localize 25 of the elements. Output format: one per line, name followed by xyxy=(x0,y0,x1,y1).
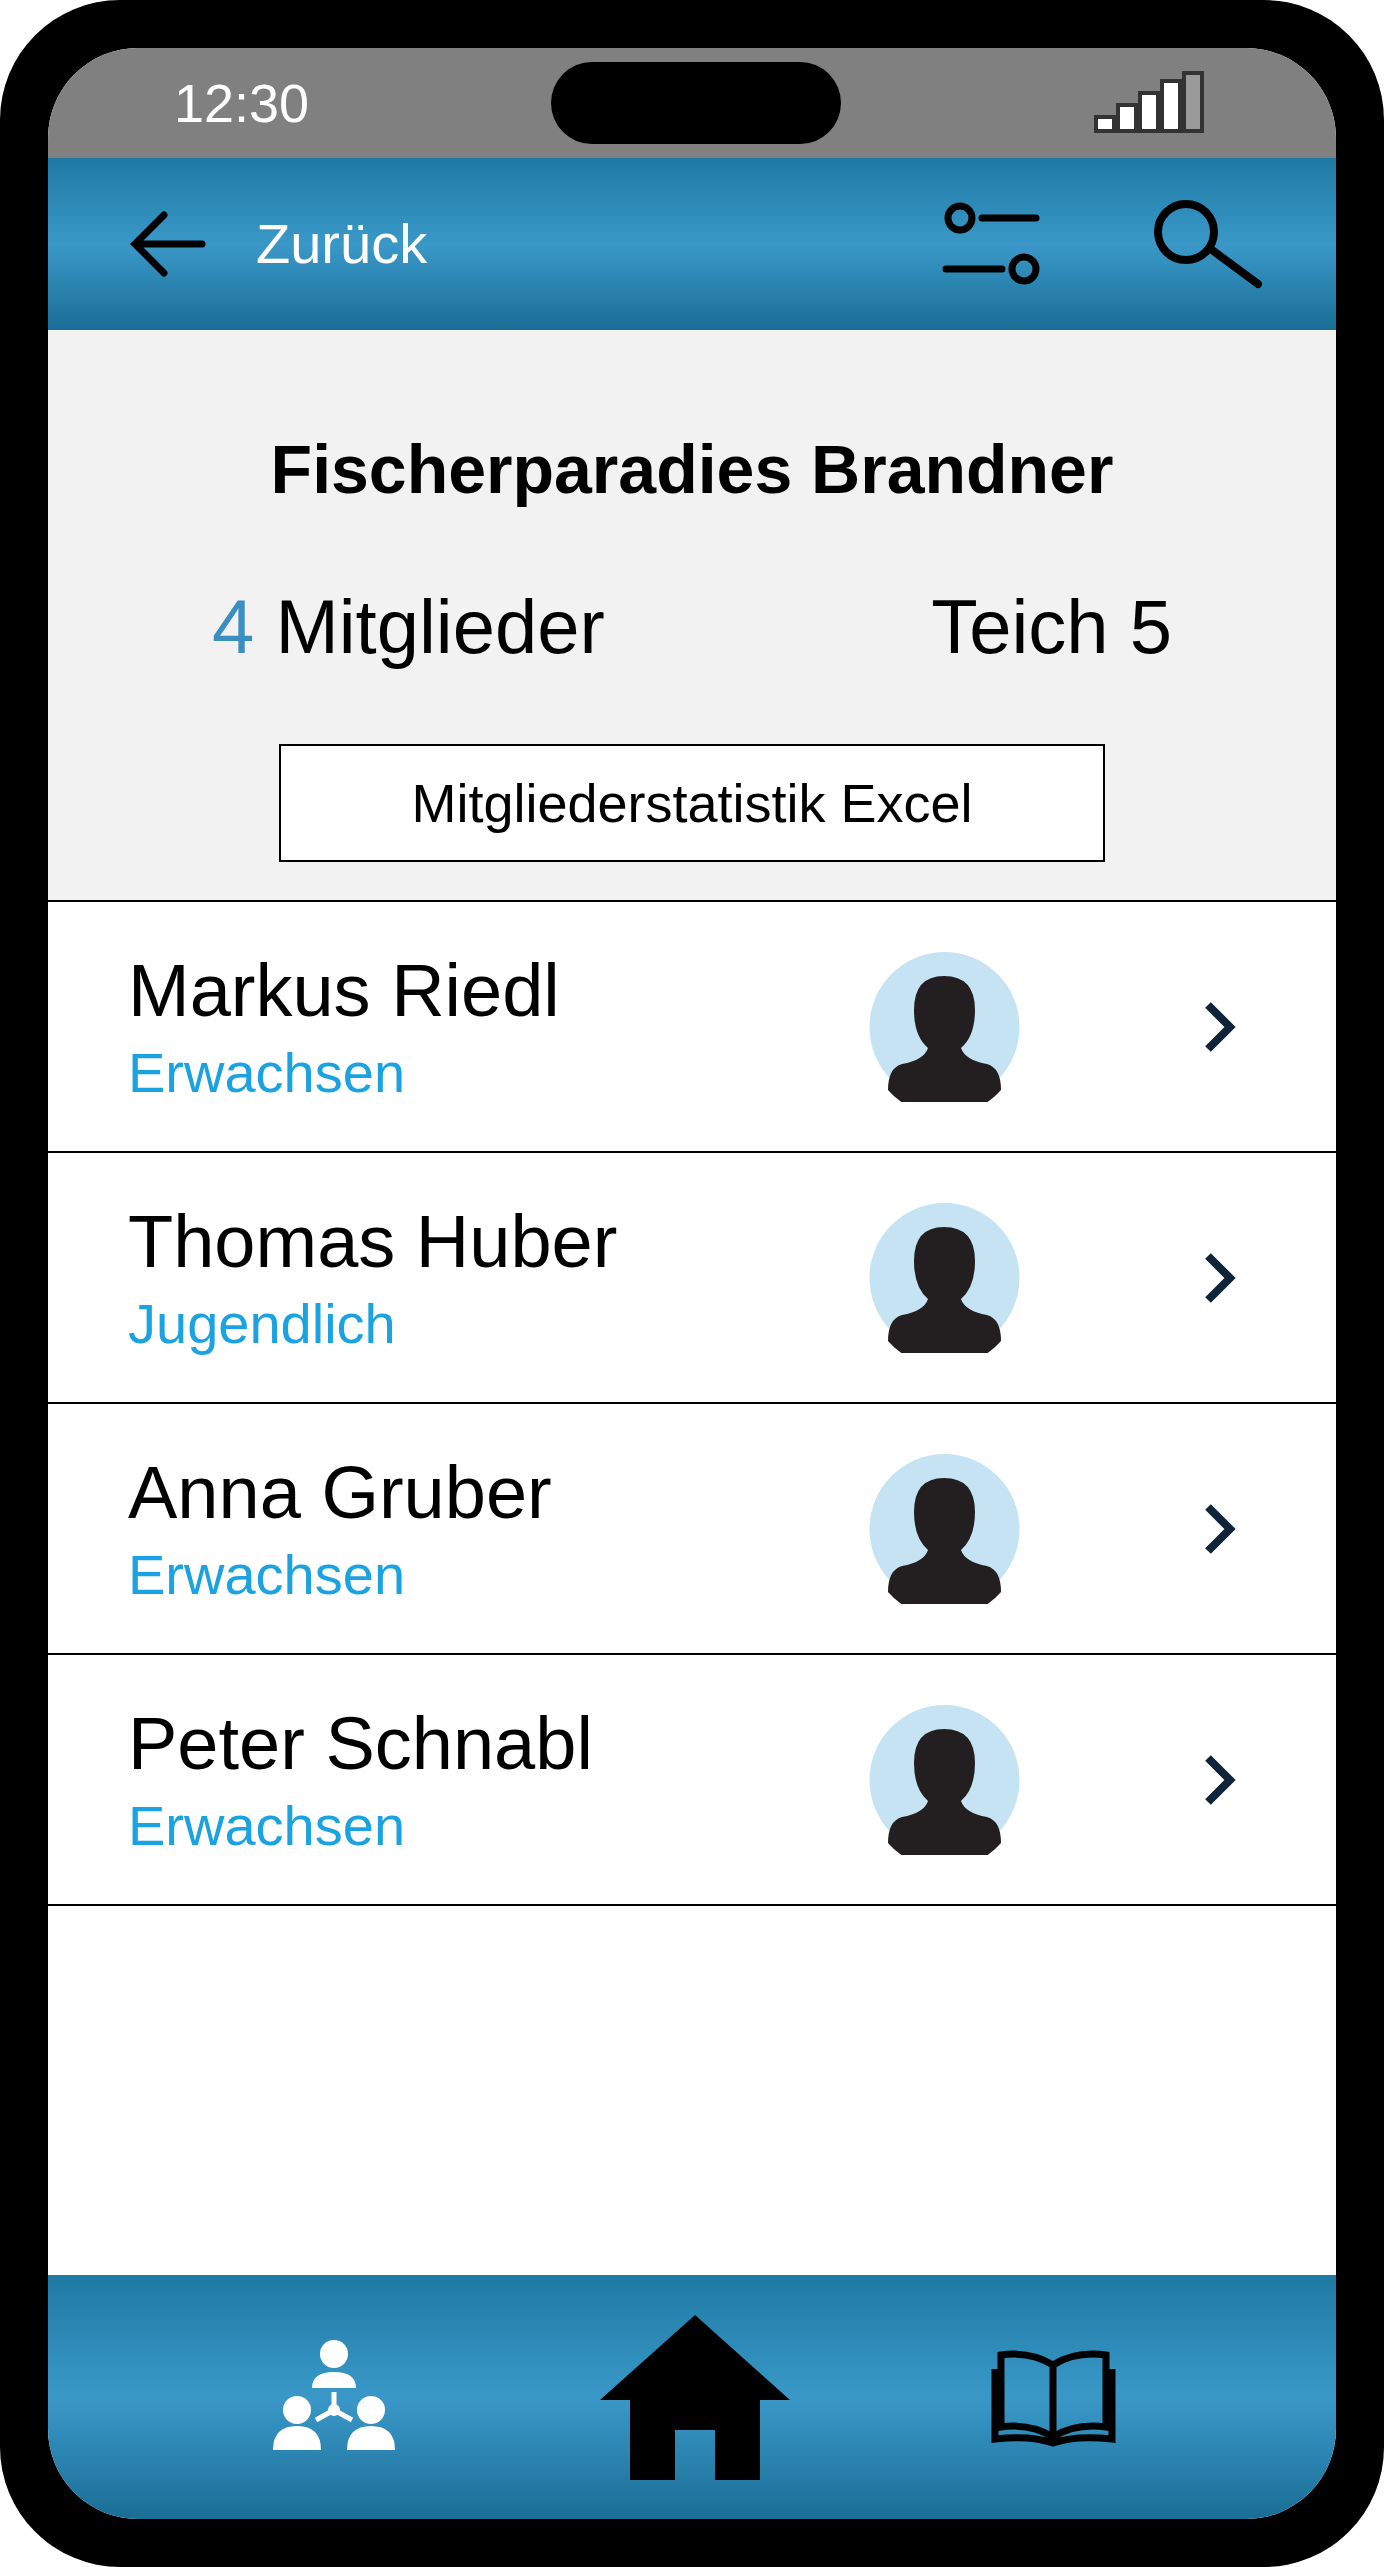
member-row[interactable]: Peter Schnabl Erwachsen xyxy=(48,1655,1336,1906)
avatar-icon xyxy=(867,1202,1022,1353)
export-excel-button[interactable]: Mitgliederstatistik Excel xyxy=(279,744,1105,862)
avatar-icon xyxy=(867,1453,1022,1604)
member-category: Jugendlich xyxy=(128,1290,397,1357)
member-name: Anna Gruber xyxy=(128,1450,553,1537)
member-category: Erwachsen xyxy=(128,1039,407,1106)
member-count: 4 Mitglieder xyxy=(212,583,605,671)
avatar-icon xyxy=(867,951,1022,1102)
pond-label: Teich 5 xyxy=(931,583,1172,671)
status-time: 12:30 xyxy=(174,71,310,135)
member-name: Thomas Huber xyxy=(128,1199,619,1286)
member-row[interactable]: Anna Gruber Erwachsen xyxy=(48,1404,1336,1655)
club-title: Fischerparadies Brandner xyxy=(270,430,1114,509)
member-row[interactable]: Markus Riedl Erwachsen xyxy=(48,902,1336,1153)
member-category: Erwachsen xyxy=(128,1792,407,1859)
avatar-icon xyxy=(867,1704,1022,1855)
member-row[interactable]: Thomas Huber Jugendlich xyxy=(48,1153,1336,1404)
home-icon[interactable] xyxy=(599,2314,790,2480)
member-name: Markus Riedl xyxy=(128,948,561,1035)
search-icon[interactable] xyxy=(1152,198,1264,290)
filter-icon[interactable] xyxy=(942,201,1042,287)
back-arrow-icon xyxy=(130,211,206,277)
member-name: Peter Schnabl xyxy=(128,1701,594,1788)
member-category: Erwachsen xyxy=(128,1541,407,1608)
